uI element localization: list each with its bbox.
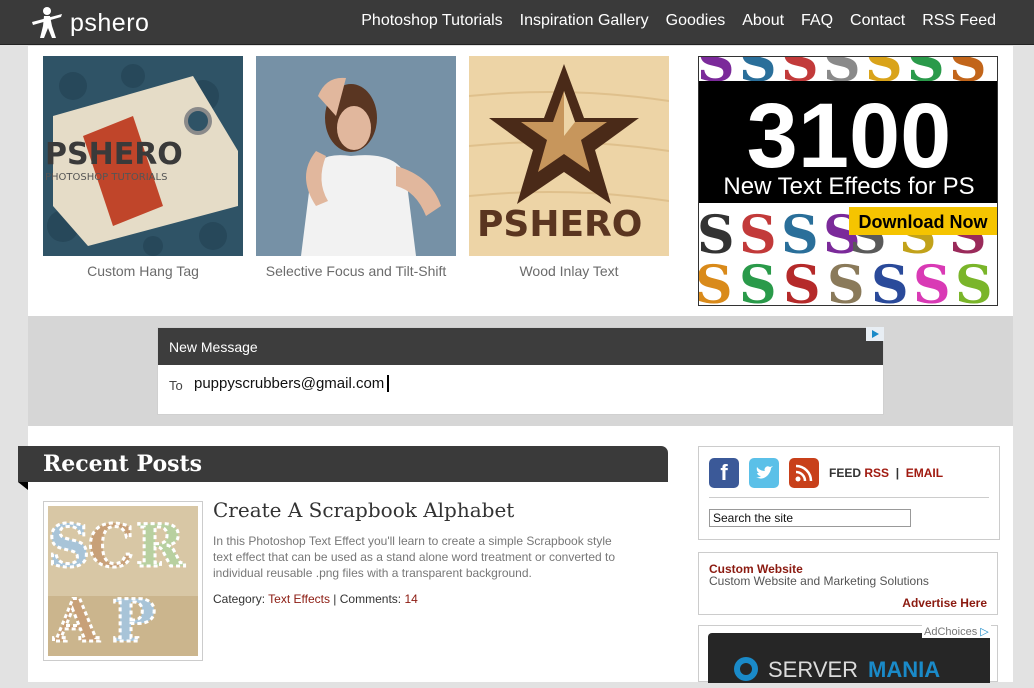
post-meta: Category: Text Effects | Comments: 14 — [213, 592, 418, 606]
top-navigation-bar: pshero Photoshop Tutorials Inspiration G… — [0, 0, 1034, 45]
caption-selective-focus[interactable]: Selective Focus and Tilt-Shift — [256, 263, 456, 279]
svg-text:C: C — [88, 512, 134, 580]
hang-tag-art-subtext: PHOTOSHOP TUTORIALS — [45, 172, 167, 183]
nav-faq[interactable]: FAQ — [801, 12, 833, 30]
svg-text:S: S — [783, 255, 821, 306]
surfer-logo-icon — [32, 7, 62, 38]
rss-link[interactable]: RSS — [864, 466, 889, 480]
adchoices-text: AdChoices — [924, 626, 978, 638]
post-excerpt: In this Photoshop Text Effect you'll lea… — [213, 534, 616, 580]
svg-text:S: S — [48, 512, 90, 580]
svg-text:A: A — [53, 587, 100, 655]
featured-thumb-wood-inlay[interactable]: PSHERO — [469, 56, 669, 256]
to-label: To — [169, 378, 183, 393]
ad-letters-background: SS SS SS S SS SS SS SS SS S SS S 3100 Ne… — [699, 57, 997, 306]
svg-text:S: S — [739, 255, 777, 306]
adchoices-triangle-icon: ▷ — [980, 626, 989, 638]
post-title-link[interactable]: Create A Scrapbook Alphabet — [213, 498, 514, 522]
adchoices-label[interactable]: AdChoices ▷ — [922, 625, 991, 638]
wood-inlay-art-text: PSHERO — [477, 204, 642, 245]
server-mania-word2: MANIA — [868, 657, 940, 682]
subscribe-box: f FEED RSS | EMAIL — [698, 446, 1000, 540]
nav-photoshop-tutorials[interactable]: Photoshop Tutorials — [361, 12, 502, 30]
rss-icon[interactable] — [789, 458, 819, 488]
ad-download-button[interactable]: Download Now — [859, 212, 989, 232]
feed-links: FEED RSS | EMAIL — [829, 466, 943, 480]
server-mania-logo: SERVER MANIA — [734, 657, 940, 682]
feed-divider: | — [895, 466, 900, 480]
server-mania-word1: SERVER — [768, 657, 858, 682]
hang-tag-image: PSHERO PHOTOSHOP TUTORIALS — [43, 56, 243, 256]
twitter-icon[interactable] — [749, 458, 779, 488]
tilt-shift-photo — [256, 56, 456, 256]
server-mania-banner: SERVER MANIA — [708, 633, 990, 683]
comments-label: Comments: — [339, 592, 402, 606]
logo-text: pshero — [70, 8, 150, 37]
main-nav: Photoshop Tutorials Inspiration Gallery … — [361, 12, 996, 30]
ribbon-fold — [18, 482, 28, 490]
site-search-input[interactable] — [709, 509, 911, 527]
svg-text:P: P — [112, 587, 156, 655]
custom-website-desc: Custom Website and Marketing Solutions — [709, 574, 929, 588]
new-message-ad[interactable]: New Message To puppyscrubbers@gmail.com — [157, 327, 884, 415]
text-effects-ad[interactable]: SS SS SS S SS SS SS SS SS S SS S 3100 Ne… — [698, 56, 998, 306]
category-label: Category: — [213, 592, 266, 606]
nav-goodies[interactable]: Goodies — [666, 12, 726, 30]
nav-rss-feed[interactable]: RSS Feed — [922, 12, 996, 30]
featured-thumb-tilt-shift[interactable] — [256, 56, 456, 256]
nav-about[interactable]: About — [742, 12, 784, 30]
svg-text:S: S — [699, 255, 733, 306]
email-link[interactable]: EMAIL — [906, 466, 943, 480]
scrapbook-image: SC R AP — [47, 506, 198, 657]
svg-text:R: R — [136, 512, 185, 580]
custom-website-ad[interactable]: Custom Website Custom Website and Market… — [698, 552, 998, 615]
sidebar-divider — [709, 497, 989, 498]
hang-tag-art-text: PSHERO — [45, 137, 183, 172]
nav-contact[interactable]: Contact — [850, 12, 905, 30]
adchoices-icon[interactable] — [866, 327, 884, 341]
facebook-icon[interactable]: f — [709, 458, 739, 488]
caption-wood-inlay[interactable]: Wood Inlay Text — [469, 263, 669, 279]
category-link[interactable]: Text Effects — [268, 592, 330, 606]
advertise-here-link[interactable]: Advertise Here — [902, 596, 987, 610]
feed-label: FEED — [829, 466, 862, 480]
recent-posts-heading: Recent Posts — [43, 451, 203, 477]
meta-separator: | — [329, 592, 340, 606]
ad-subline: New Text Effects for PS — [723, 173, 974, 200]
post-thumbnail[interactable]: SC R AP — [43, 501, 203, 661]
message-header: New Message — [158, 328, 883, 365]
to-email-field[interactable]: puppyscrubbers@gmail.com — [194, 375, 390, 392]
comments-count-link[interactable]: 14 — [404, 592, 417, 606]
ad-big-number: 3100 — [747, 85, 952, 187]
wood-inlay-image: PSHERO — [469, 56, 669, 256]
featured-thumb-hang-tag[interactable]: PSHERO PHOTOSHOP TUTORIALS — [43, 56, 243, 256]
site-logo[interactable]: pshero — [30, 3, 149, 43]
nav-inspiration-gallery[interactable]: Inspiration Gallery — [520, 12, 649, 30]
caption-custom-hang-tag[interactable]: Custom Hang Tag — [43, 263, 243, 279]
